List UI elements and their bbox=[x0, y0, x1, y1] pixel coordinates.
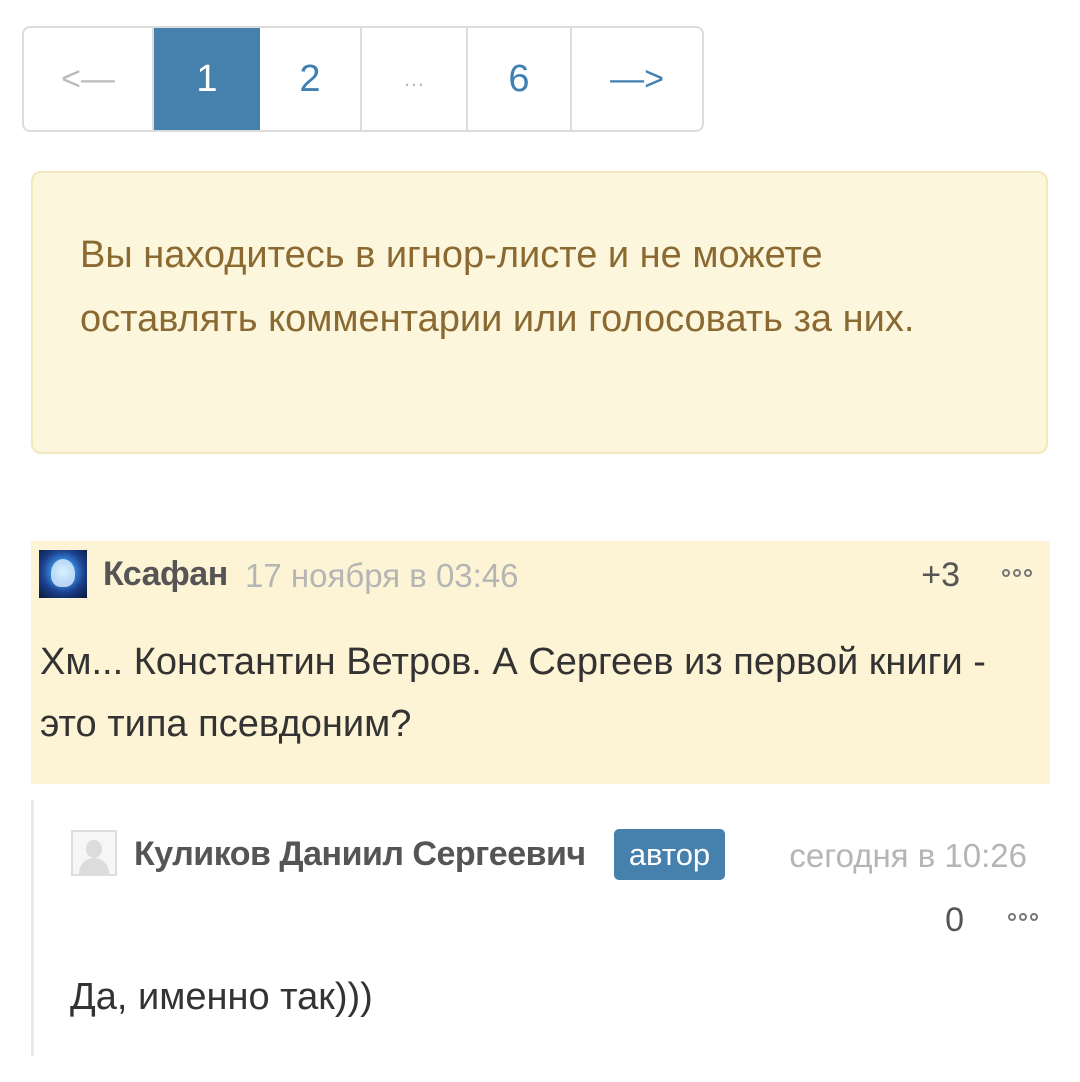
notice-text: Вы находитесь в игнор-листе и не можете … bbox=[80, 234, 915, 340]
comment-author[interactable]: Ксафан bbox=[103, 555, 228, 594]
default-avatar-icon[interactable] bbox=[71, 830, 117, 876]
comment-score: +3 bbox=[921, 556, 960, 594]
author-badge: автор bbox=[614, 829, 725, 880]
page-2-button[interactable]: 2 bbox=[260, 28, 362, 130]
next-page-button[interactable]: —> bbox=[572, 28, 702, 130]
pagination: <— 1 2 … 6 —> bbox=[22, 26, 704, 132]
reply-text: Да, именно так))) bbox=[70, 976, 373, 1018]
comment: Ксафан 17 ноября в 03:46 +3 Хм... Конста… bbox=[31, 541, 1050, 784]
reply-date[interactable]: сегодня в 10:26 bbox=[789, 837, 1027, 875]
comment-date[interactable]: 17 ноября в 03:46 bbox=[245, 557, 519, 595]
comment-text: Хм... Константин Ветров. А Сергеев из пе… bbox=[40, 641, 986, 745]
page-6-button[interactable]: 6 bbox=[468, 28, 572, 130]
reply-score: 0 bbox=[945, 901, 964, 939]
pagination-ellipsis: … bbox=[362, 28, 468, 130]
prev-page-button[interactable]: <— bbox=[24, 28, 154, 130]
ignore-list-notice: Вы находитесь в игнор-листе и не можете … bbox=[31, 171, 1048, 454]
ellipsis-icon[interactable] bbox=[1002, 569, 1032, 577]
ellipsis-icon[interactable] bbox=[1008, 913, 1038, 921]
page-1-button[interactable]: 1 bbox=[154, 28, 260, 130]
reply-comment: Куликов Даниил Сергеевич автор сегодня в… bbox=[31, 800, 1053, 1056]
reply-author[interactable]: Куликов Даниил Сергеевич bbox=[134, 835, 586, 874]
avatar[interactable] bbox=[39, 550, 87, 598]
